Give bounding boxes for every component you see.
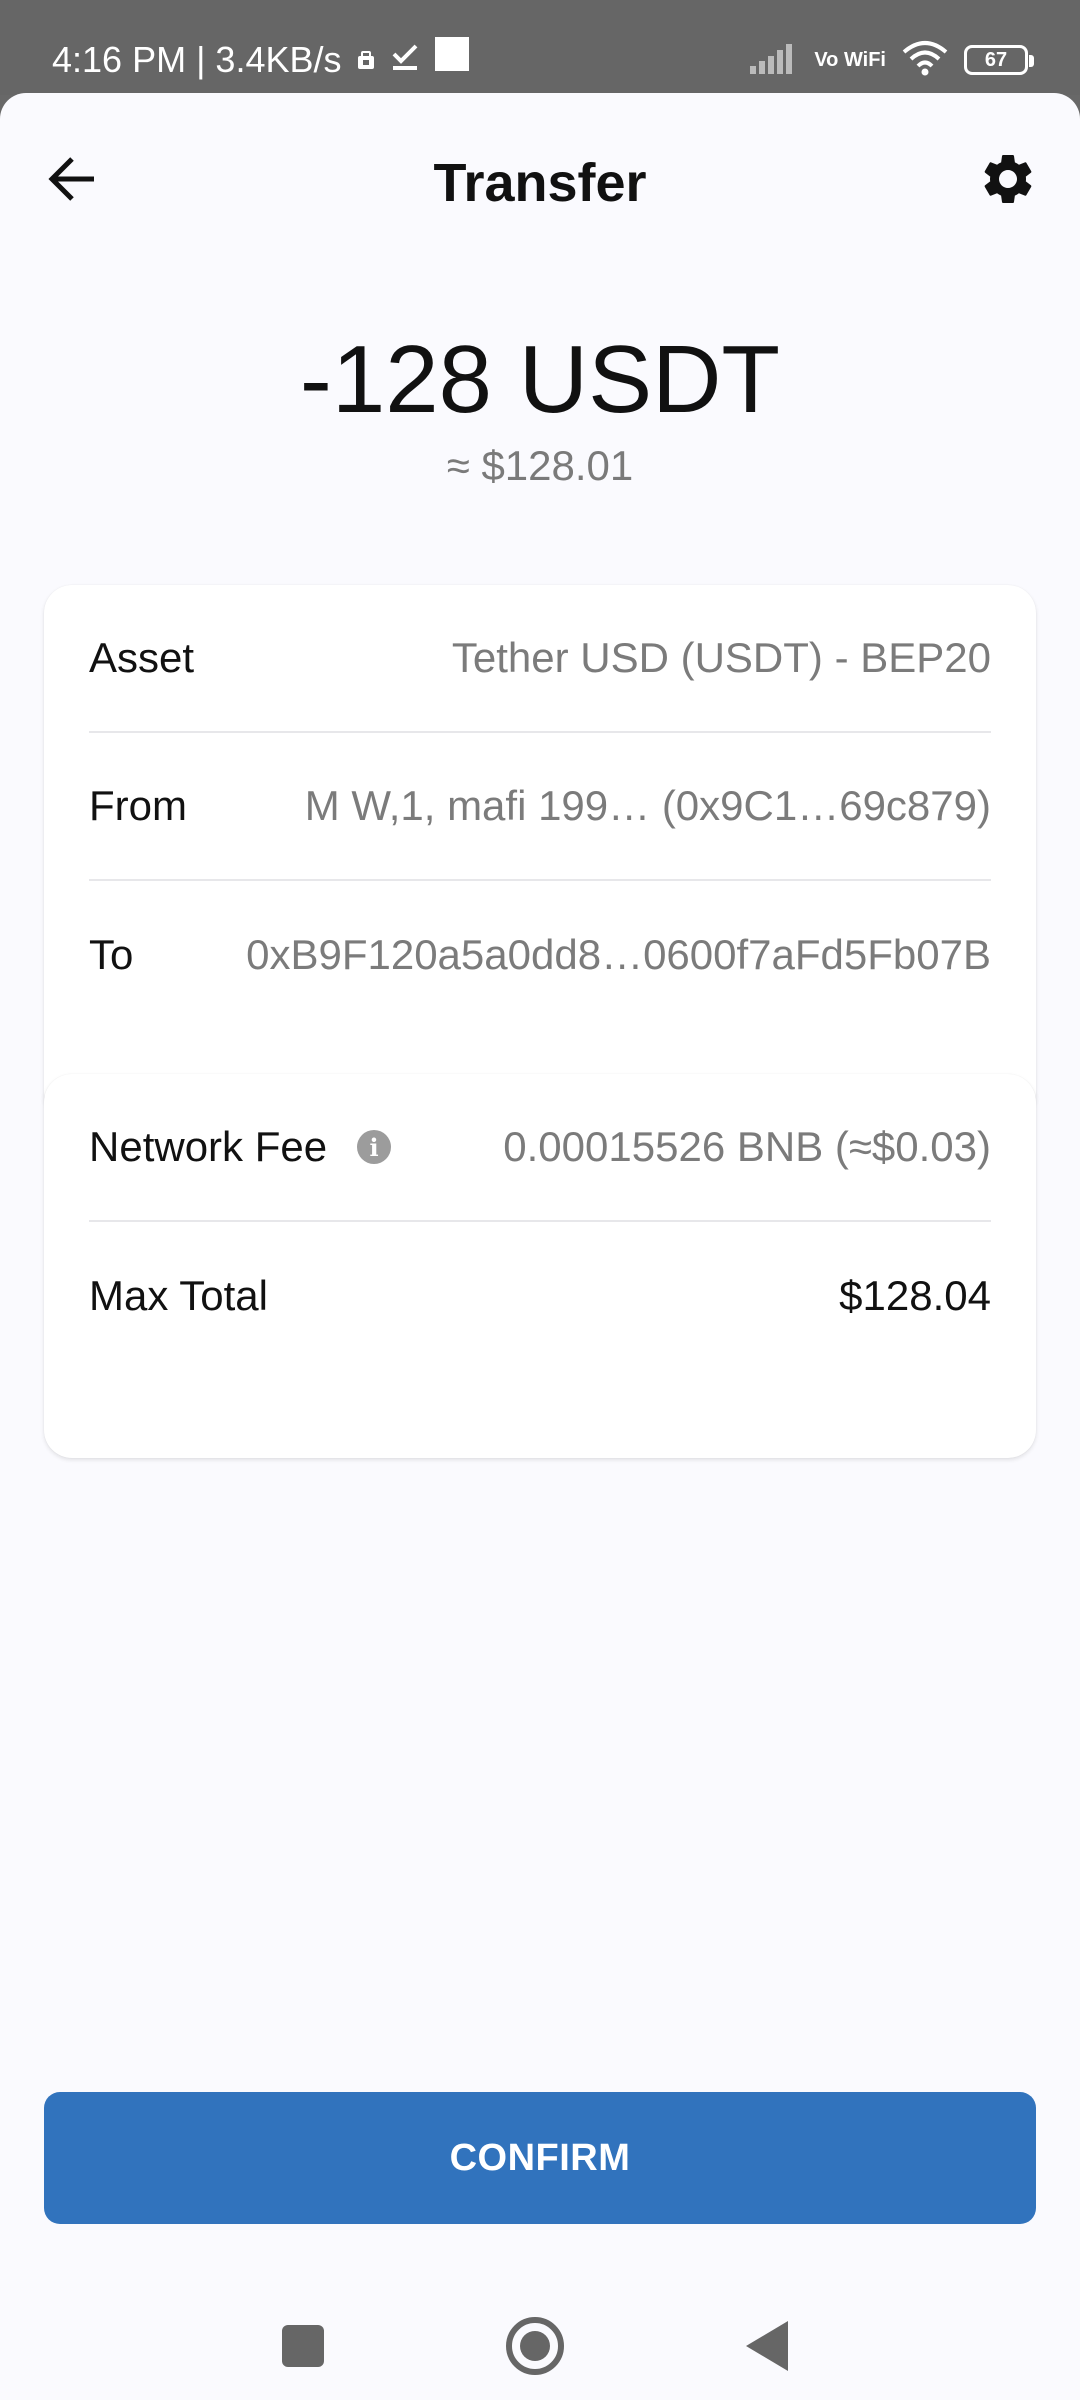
max-total-label: Max Total bbox=[89, 1272, 268, 1319]
from-row: From M W,1, mafi 199… (0x9C1…69c879) bbox=[89, 733, 991, 881]
max-total-row: Max Total $128.04 bbox=[89, 1222, 991, 1370]
status-right: Vo WiFi 67 bbox=[750, 36, 1034, 84]
notification-icon bbox=[356, 36, 376, 84]
system-back-button[interactable] bbox=[746, 2321, 788, 2371]
page-title: Transfer bbox=[433, 153, 647, 213]
asset-label: Asset bbox=[89, 634, 195, 681]
transfer-sheet: Transfer -128 USDT ≈ $128.01 Asset Tethe… bbox=[0, 93, 1080, 2400]
recents-button[interactable] bbox=[282, 2325, 324, 2367]
to-value: 0xB9F120a5a0dd8…0600f7aFd5Fb07B bbox=[246, 931, 991, 978]
battery-icon: 67 bbox=[964, 45, 1034, 75]
to-row: To 0xB9F120a5a0dd8…0600f7aFd5Fb07B bbox=[89, 881, 991, 1029]
status-time-speed: 4:16 PM | 3.4KB/s bbox=[52, 39, 342, 80]
fee-card: Network Fee i 0.00015526 BNB (≈$0.03) Ma… bbox=[44, 1074, 1036, 1458]
network-fee-value: 0.00015526 BNB (≈$0.03) bbox=[503, 1123, 991, 1170]
to-label: To bbox=[89, 931, 134, 978]
network-fee-label-group: Network Fee i bbox=[89, 1123, 392, 1171]
fiat-equivalent: ≈ $128.01 bbox=[446, 442, 634, 489]
status-bar: 4:16 PM | 3.4KB/s Vo WiFi 67 bbox=[0, 0, 1080, 95]
asset-row: Asset Tether USD (USDT) - BEP20 bbox=[89, 585, 991, 733]
vowifi-indicator: Vo WiFi bbox=[814, 49, 886, 71]
from-label: From bbox=[89, 782, 187, 829]
status-left: 4:16 PM | 3.4KB/s bbox=[52, 36, 470, 84]
system-nav-bar bbox=[0, 2283, 1080, 2400]
from-value: M W,1, mafi 199… (0x9C1…69c879) bbox=[304, 782, 991, 829]
info-icon[interactable]: i bbox=[357, 1130, 392, 1164]
network-fee-label: Network Fee bbox=[89, 1123, 328, 1170]
transfer-amount: -128 USDT bbox=[299, 326, 781, 433]
square-notification-icon bbox=[434, 36, 470, 84]
signal-icon bbox=[750, 42, 798, 79]
settings-button[interactable] bbox=[972, 143, 1044, 215]
confirm-button[interactable]: CONFIRM bbox=[44, 2092, 1036, 2224]
gear-icon bbox=[984, 155, 1032, 203]
network-fee-row: Network Fee i 0.00015526 BNB (≈$0.03) bbox=[89, 1074, 991, 1222]
transfer-details-card: Asset Tether USD (USDT) - BEP20 From M W… bbox=[44, 585, 1036, 1120]
max-total-value: $128.04 bbox=[839, 1272, 991, 1319]
download-done-icon bbox=[390, 36, 420, 84]
asset-value: Tether USD (USDT) - BEP20 bbox=[451, 634, 991, 681]
wifi-icon bbox=[902, 40, 948, 81]
home-button[interactable] bbox=[506, 2317, 564, 2375]
header: Transfer bbox=[0, 93, 1080, 273]
